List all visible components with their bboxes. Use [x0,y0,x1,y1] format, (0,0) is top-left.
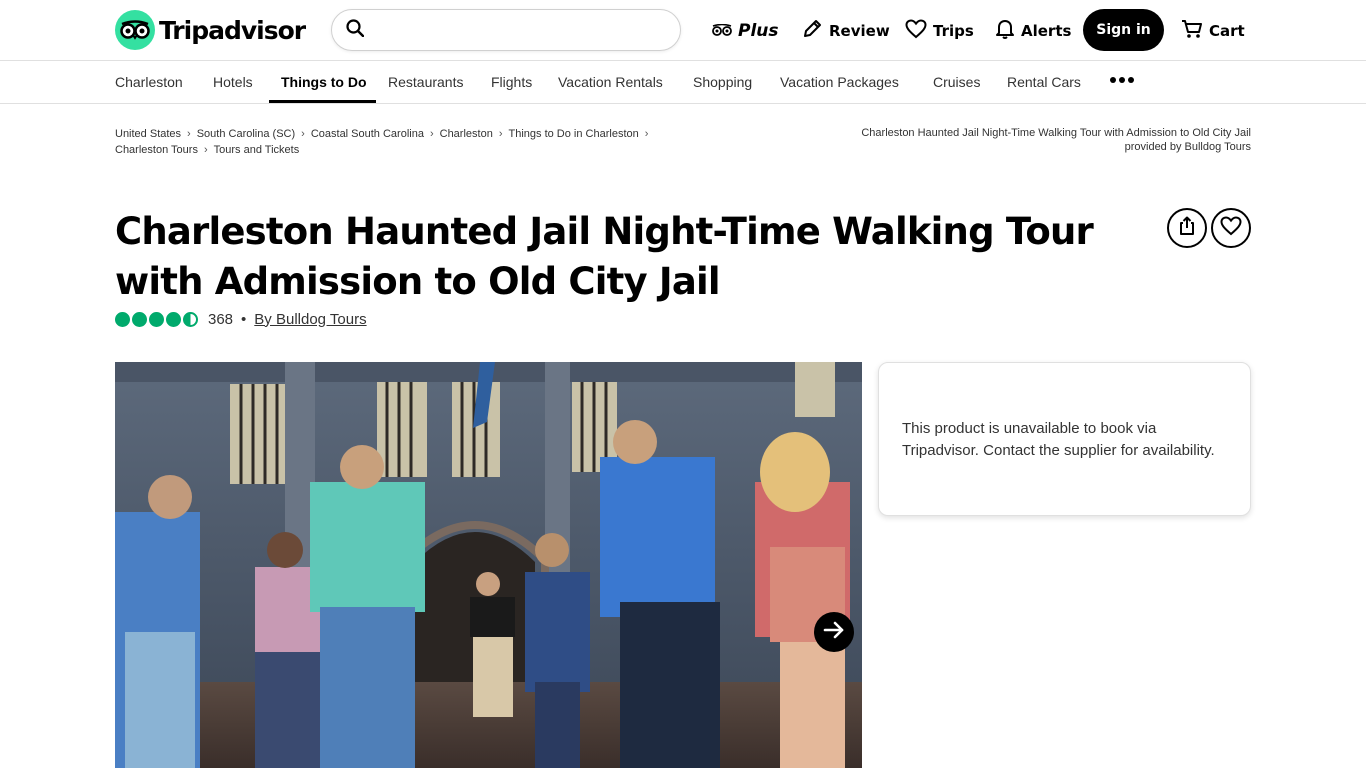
review-label: Review [829,22,890,40]
logo-text: Tripadvisor [159,15,306,45]
rating-bubble-full-icon [149,311,164,327]
breadcrumb-tours-and-tickets[interactable]: Tours and Tickets [214,144,300,156]
chevron-right-icon: › [301,128,305,140]
heart-icon [1220,216,1242,240]
nav-vacation-packages[interactable]: Vacation Packages [780,61,899,103]
trips-label: Trips [933,22,974,40]
category-nav: Charleston Hotels Things to Do Restauran… [0,61,1366,104]
tripadvisor-logo[interactable]: Tripadvisor [115,9,306,51]
more-menu-icon[interactable] [1110,77,1134,83]
breadcrumb: United States › South Carolina (SC) › Coasta… [115,126,735,158]
nav-cruises[interactable]: Cruises [933,61,980,103]
save-to-trip-button[interactable] [1211,208,1251,248]
chevron-right-icon: › [203,144,208,156]
provider-link[interactable]: By Bulldog Tours [254,311,366,328]
rating-bubble-full-icon [166,311,181,327]
top-header: Tripadvisor Plus Review Trips Alerts Sig… [0,0,1366,61]
rating-bubble-full-icon [132,311,147,327]
booking-card: This product is unavailable to book via … [878,362,1251,516]
nav-vacation-rentals[interactable]: Vacation Rentals [558,61,663,103]
breadcrumb-things-to-do[interactable]: Things to Do in Charleston [509,128,639,140]
search-bar[interactable] [331,9,681,51]
review-count[interactable]: 368 [208,311,233,328]
rating-separator: • [241,310,247,328]
sign-in-button[interactable]: Sign in [1083,9,1164,51]
chevron-right-icon: › [429,128,434,140]
cart-link[interactable]: Cart [1181,17,1245,45]
breadcrumb-south-carolina[interactable]: South Carolina (SC) [197,128,295,140]
chevron-right-icon: › [644,128,649,140]
nav-restaurants[interactable]: Restaurants [388,61,463,103]
nav-shopping[interactable]: Shopping [693,61,752,103]
rating-bubbles[interactable] [115,311,198,327]
rating-bubble-full-icon [115,311,130,327]
nav-hotels[interactable]: Hotels [213,61,253,103]
unavailable-message: This product is unavailable to book via … [902,420,1215,459]
heart-icon [905,19,927,43]
search-input[interactable] [374,10,680,50]
hero-photo[interactable] [115,362,862,768]
jail-tour-photo [115,362,862,768]
chevron-right-icon: › [187,128,191,140]
cart-icon [1181,18,1203,44]
breadcrumb-coastal-south-carolina[interactable]: Coastal South Carolina [311,128,424,140]
bell-icon [995,18,1015,44]
nav-rental-cars[interactable]: Rental Cars [1007,61,1081,103]
breadcrumb-current-page: Charleston Haunted Jail Night-Time Walki… [791,126,1251,154]
share-button[interactable] [1167,208,1207,248]
rating-row: 368 • By Bulldog Tours [115,308,367,330]
rating-bubble-half-icon [183,311,198,327]
owl-logo-icon [115,10,155,50]
review-link[interactable]: Review [801,17,890,45]
nav-flights[interactable]: Flights [491,61,532,103]
breadcrumb-provider: provided by Bulldog Tours [1124,141,1251,153]
plus-link[interactable]: Plus [712,17,779,45]
nav-things-to-do[interactable]: Things to Do [281,61,367,103]
breadcrumb-united-states[interactable]: United States [115,128,181,140]
alerts-label: Alerts [1021,22,1072,40]
trips-link[interactable]: Trips [905,17,974,45]
breadcrumb-product-title: Charleston Haunted Jail Night-Time Walki… [861,127,1251,139]
plus-label: Plus [738,21,779,41]
plus-owl-icon [712,22,732,40]
search-icon [346,19,365,41]
share-icon [1178,216,1196,240]
page-title: Charleston Haunted Jail Night-Time Walki… [115,210,1094,303]
chevron-right-icon: › [498,128,503,140]
next-photo-button[interactable] [814,612,854,652]
arrow-right-icon [823,621,845,643]
breadcrumb-charleston[interactable]: Charleston [440,128,493,140]
active-tab-underline [269,100,376,103]
nav-charleston[interactable]: Charleston [115,61,183,103]
cart-label: Cart [1209,22,1245,40]
breadcrumb-charleston-tours[interactable]: Charleston Tours [115,144,198,156]
pencil-icon [801,18,823,44]
alerts-link[interactable]: Alerts [995,17,1071,45]
